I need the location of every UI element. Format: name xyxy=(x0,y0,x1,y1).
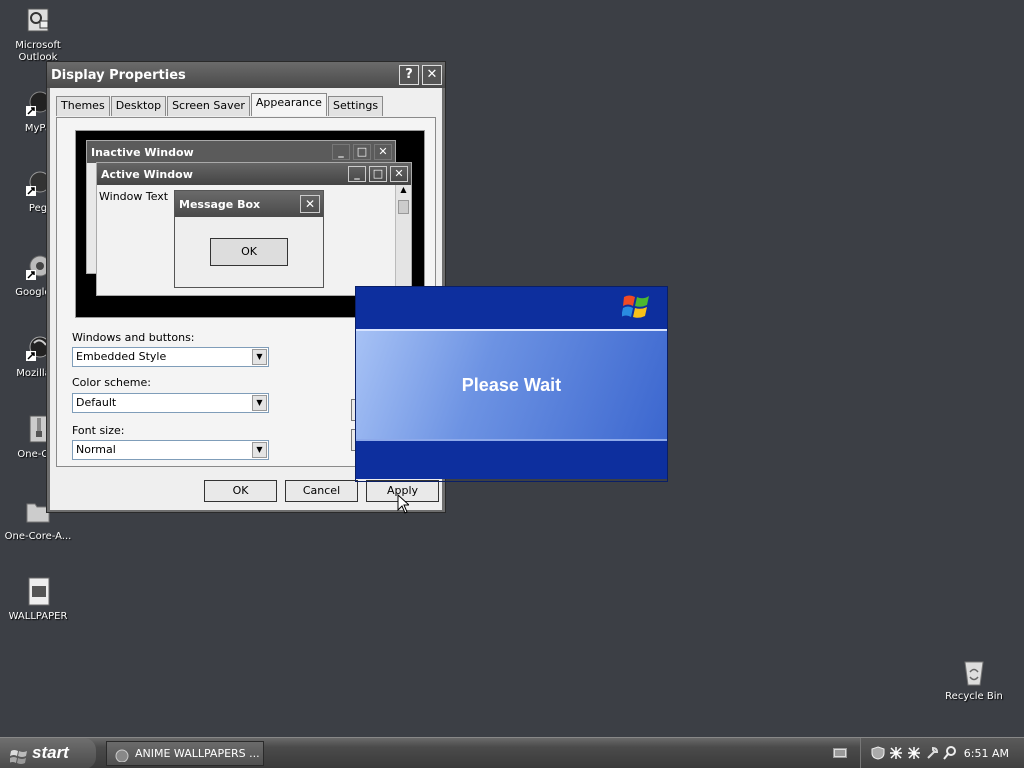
please-wait-dialog: Please Wait xyxy=(355,286,668,482)
keyboard-icon[interactable] xyxy=(833,747,847,759)
desktop-icon-label: WALLPAPER xyxy=(8,611,68,622)
cancel-button[interactable]: Cancel xyxy=(285,480,358,502)
desktop-icon-recycle-bin[interactable]: Recycle Bin xyxy=(936,656,1012,703)
font-size-select[interactable]: Normal ▼ xyxy=(72,440,269,460)
desktop-icon-label: Recycle Bin xyxy=(945,691,1003,702)
active-window-title: Active Window xyxy=(101,167,193,181)
taskbar-item-label: ANIME WALLPAPERS ... xyxy=(135,747,260,760)
maximize-icon: □ xyxy=(369,166,387,182)
taskbar: start ANIME WALLPAPERS ... 6:51 AM xyxy=(0,737,1024,768)
window-app-icon xyxy=(115,747,129,763)
color-scheme-select[interactable]: Default ▼ xyxy=(72,393,269,413)
color-scheme-value: Default xyxy=(76,396,117,409)
tab-strip: Themes Desktop Screen Saver Appearance S… xyxy=(56,93,384,116)
window-text: Window Text xyxy=(99,190,169,203)
dialog-title: Display Properties xyxy=(51,67,186,83)
message-box-title: Message Box xyxy=(179,197,261,211)
windows-logo-icon xyxy=(621,293,652,321)
network-icon-2[interactable] xyxy=(907,746,921,760)
chevron-down-icon: ▼ xyxy=(252,395,267,411)
message-box-titlebar: Message Box ✕ xyxy=(175,191,323,217)
outlook-icon xyxy=(22,5,54,37)
clock[interactable]: 6:51 AM xyxy=(964,738,1009,768)
start-label: start xyxy=(32,743,69,762)
network-icon[interactable] xyxy=(889,746,903,760)
inactive-window-title: Inactive Window xyxy=(91,145,194,159)
close-icon: ✕ xyxy=(390,166,408,182)
windows-flag-icon xyxy=(9,745,28,764)
tab-appearance[interactable]: Appearance xyxy=(250,93,327,116)
tab-themes[interactable]: Themes xyxy=(56,96,110,116)
mouse-cursor-icon xyxy=(397,493,411,517)
active-titlebar: Active Window _ □ ✕ xyxy=(97,163,411,185)
chevron-down-icon: ▼ xyxy=(252,349,267,365)
please-wait-footer xyxy=(356,441,667,479)
desktop-icon-label: One-Core-A... xyxy=(4,531,72,542)
font-size-label: Font size: xyxy=(72,424,125,437)
help-button[interactable]: ? xyxy=(399,65,419,85)
shield-icon[interactable] xyxy=(871,746,885,760)
message-box-preview: Message Box ✕ OK xyxy=(174,190,324,288)
desktop-icon-outlook[interactable]: Microsoft Outlook xyxy=(0,5,76,64)
desktop-icon-wallpaper[interactable]: WALLPAPER xyxy=(0,576,76,623)
recycle-bin-icon xyxy=(958,656,990,688)
minimize-icon: _ xyxy=(332,144,350,160)
close-icon: ✕ xyxy=(374,144,392,160)
windows-buttons-value: Embedded Style xyxy=(76,350,167,363)
maximize-icon: □ xyxy=(353,144,371,160)
close-icon: ✕ xyxy=(300,195,320,213)
inactive-titlebar: Inactive Window _ □ ✕ xyxy=(87,141,395,163)
chevron-down-icon: ▼ xyxy=(252,442,267,458)
search-icon[interactable] xyxy=(943,746,957,760)
color-scheme-label: Color scheme: xyxy=(72,376,151,389)
scroll-up-icon: ▲ xyxy=(400,185,407,194)
preview-scrollbar: ▲ xyxy=(395,185,411,295)
please-wait-text: Please Wait xyxy=(461,374,562,395)
ok-button[interactable]: OK xyxy=(204,480,277,502)
minimize-icon: _ xyxy=(348,166,366,182)
please-wait-header xyxy=(356,287,667,329)
message-box-ok: OK xyxy=(210,238,288,266)
tab-screen-saver[interactable]: Screen Saver xyxy=(167,96,250,116)
close-button[interactable]: ✕ xyxy=(422,65,442,85)
scroll-thumb xyxy=(398,200,409,214)
start-button[interactable]: start xyxy=(0,738,96,768)
system-tray: 6:51 AM xyxy=(860,738,1024,768)
wrench-icon[interactable] xyxy=(925,746,939,760)
tab-settings[interactable]: Settings xyxy=(327,96,384,116)
tab-desktop[interactable]: Desktop xyxy=(110,96,167,116)
taskbar-item-anime-wallpapers[interactable]: ANIME WALLPAPERS ... xyxy=(106,741,264,766)
windows-buttons-select[interactable]: Embedded Style ▼ xyxy=(72,347,269,367)
image-file-icon xyxy=(22,576,54,608)
windows-buttons-label: Windows and buttons: xyxy=(72,331,195,344)
font-size-value: Normal xyxy=(76,443,116,456)
dialog-titlebar[interactable]: Display Properties ? ✕ xyxy=(47,62,445,88)
please-wait-body: Please Wait xyxy=(356,329,667,441)
